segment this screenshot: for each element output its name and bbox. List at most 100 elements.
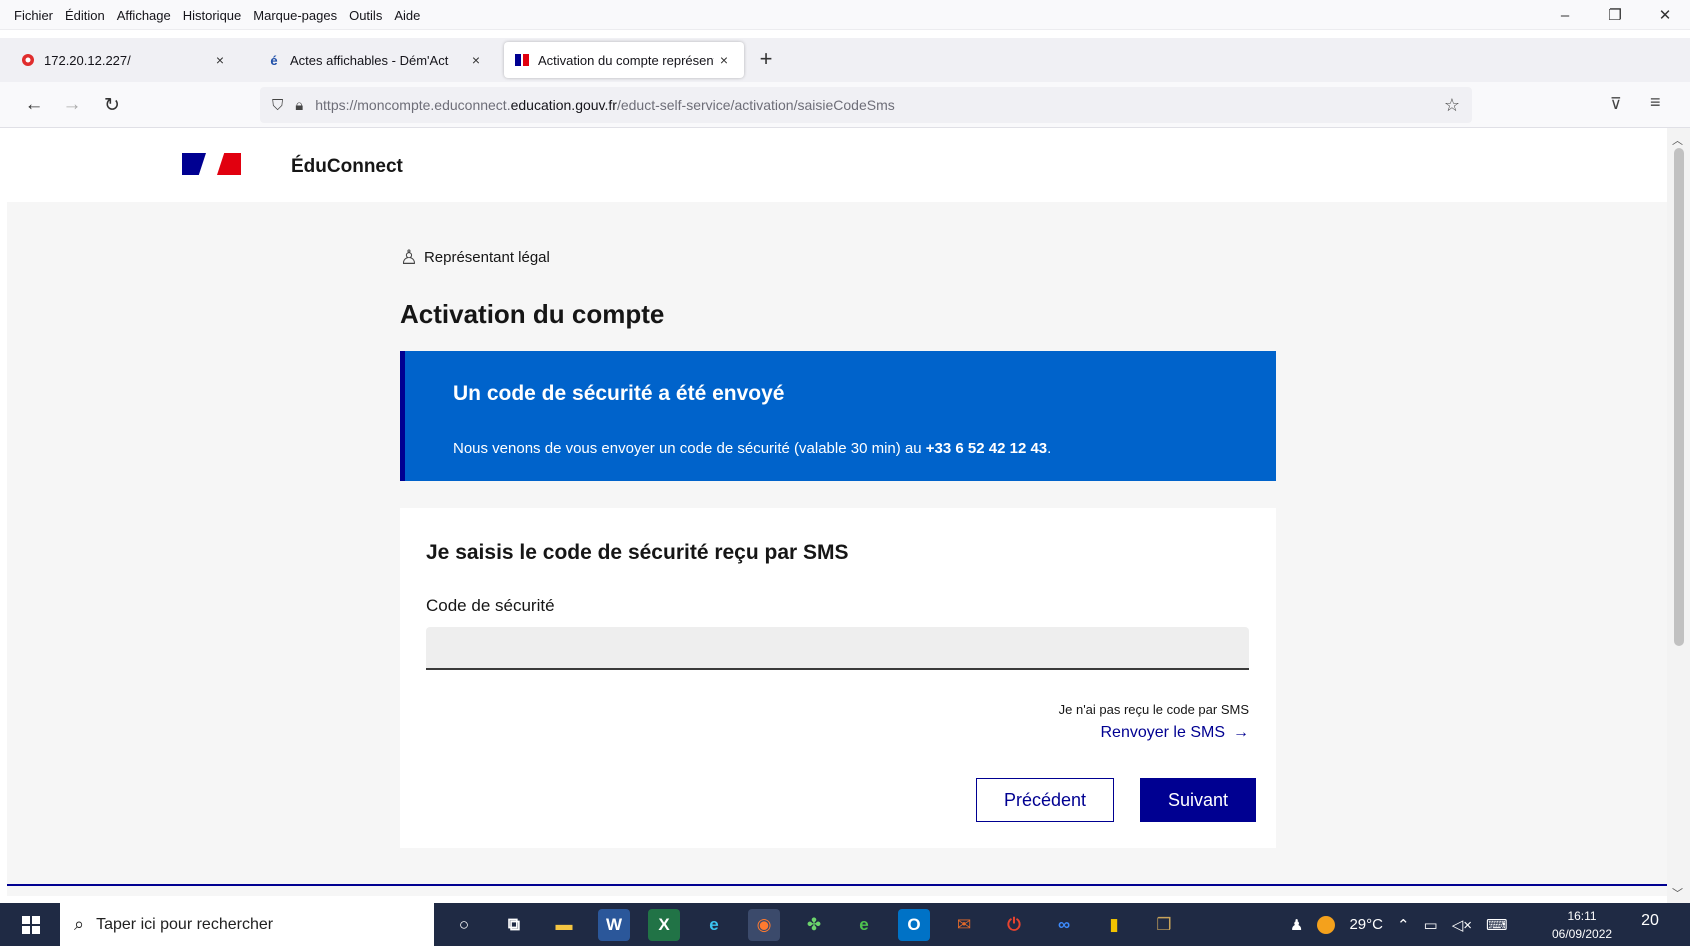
tab-title: 172.20.12.227/ [44, 52, 131, 68]
menu-aide[interactable]: Aide [394, 8, 420, 23]
role-text: Représentant légal [423, 249, 550, 266]
keyboard-icon[interactable]: ⌨ [1486, 916, 1508, 934]
cortana-icon[interactable]: ○ [448, 909, 480, 941]
clock[interactable]: 16:11 06/09/2022 [1552, 907, 1612, 943]
code-label: Code de sécurité [426, 596, 555, 615]
menu-bar: Fichier Édition Affichage Historique Mar… [0, 0, 1690, 30]
firefox-icon[interactable]: ◉ [748, 909, 780, 941]
network-icon[interactable]: ▭ [1424, 916, 1438, 934]
user-badge-icon: ♙ [400, 247, 418, 269]
not-received-text: Je n'ai pas reçu le code par SMS [1058, 702, 1249, 717]
lock-icon[interactable]: 🔒︎ [295, 97, 303, 114]
footer-divider [7, 884, 1667, 886]
chart-app-icon[interactable]: ▮ [1098, 909, 1130, 941]
forward-arrow-icon[interactable]: → [58, 92, 86, 118]
scroll-up-icon[interactable]: ︿ [1672, 132, 1683, 148]
url-prefix: https://moncompte.educonnect. [315, 97, 511, 113]
alert-message: Nous venons de vous envoyer un code de s… [453, 440, 1051, 457]
close-window-button[interactable]: ✕ [1640, 0, 1690, 30]
page-title: Activation du compte [400, 299, 665, 329]
nav-bar: ← → ↻ ⛉ 🔒︎ https://moncompte.educonnect.… [0, 82, 1690, 128]
shield-icon[interactable]: ⛉ [272, 97, 283, 114]
people-icon[interactable]: ♟ [1290, 916, 1303, 934]
scroll-down-icon[interactable]: ﹀ [1672, 885, 1683, 901]
menu-historique[interactable]: Historique [183, 8, 242, 23]
weather-temp[interactable]: 29°C [1349, 916, 1383, 933]
clock-date: 06/09/2022 [1552, 927, 1613, 941]
url-bar[interactable]: ⛉ 🔒︎ https://moncompte.educonnect.educat… [260, 87, 1472, 123]
tab-title: Activation du compte représent [538, 52, 714, 68]
chevron-up-icon[interactable]: ⌃ [1397, 916, 1410, 934]
site-header: ÉduConnect [7, 128, 1667, 202]
orange-app-icon[interactable]: ✉ [948, 909, 980, 941]
code-form-card: Je saisis le code de sécurité reçu par S… [400, 508, 1276, 848]
blue-app-icon[interactable]: ∞ [1048, 909, 1080, 941]
book-app-icon[interactable]: ❒ [1148, 909, 1180, 941]
scrollbar-thumb[interactable] [1674, 148, 1684, 646]
tab-actes[interactable]: é Actes affichables - Dém'Act × [256, 42, 496, 78]
clover-app-icon[interactable]: ✤ [798, 909, 830, 941]
info-alert: Un code de sécurité a été envoyé Nous ve… [400, 351, 1276, 481]
tab-title: Actes affichables - Dém'Act [290, 52, 449, 68]
security-code-input[interactable] [426, 627, 1249, 670]
windows-start-icon[interactable] [22, 916, 40, 934]
url-path: /educt-self-service/activation/saisieCod… [616, 97, 895, 113]
url-text: https://moncompte.educonnect.education.g… [315, 97, 895, 113]
excel-icon[interactable]: X [648, 909, 680, 941]
back-arrow-icon[interactable]: ← [20, 92, 48, 118]
next-button[interactable]: Suivant [1140, 778, 1256, 822]
marianne-logo[interactable] [182, 153, 241, 175]
red-app-icon [20, 52, 36, 68]
bookmark-star-icon[interactable]: ☆ [1444, 95, 1460, 116]
previous-button[interactable]: Précédent [976, 778, 1114, 822]
hamburger-menu-icon[interactable]: ≡ [1650, 92, 1661, 113]
green-app-icon[interactable]: e [848, 909, 880, 941]
clock-time: 16:11 [1567, 909, 1597, 923]
form-heading: Je saisis le code de sécurité reçu par S… [426, 541, 849, 564]
e-accent-icon: é [270, 52, 278, 68]
volume-mute-icon[interactable]: ◁× [1452, 916, 1472, 934]
menu-affichage[interactable]: Affichage [117, 8, 171, 23]
page-scrollbar[interactable]: ︿ ﹀ [1667, 128, 1690, 903]
menu-edition[interactable]: Édition [65, 8, 105, 23]
reload-icon[interactable]: ↻ [98, 92, 126, 118]
task-view-icon[interactable]: ⧉ [498, 909, 530, 941]
tab-activation[interactable]: Activation du compte représent × [504, 42, 744, 78]
minimize-button[interactable]: – [1540, 0, 1590, 30]
new-tab-button[interactable]: + [754, 48, 778, 72]
resend-label: Renvoyer le SMS [1100, 724, 1226, 741]
pocket-icon[interactable]: ⊽ [1610, 94, 1622, 114]
brand-name[interactable]: ÉduConnect [291, 156, 403, 178]
menu-marque-pages[interactable]: Marque-pages [253, 8, 337, 23]
marianne-flag-icon [514, 52, 530, 68]
search-placeholder: Taper ici pour rechercher [96, 915, 274, 933]
weather-sun-icon[interactable] [1317, 915, 1336, 934]
page-content: ÉduConnect ♙ Représentant légal Activati… [7, 128, 1667, 896]
url-domain: education.gouv.fr [510, 97, 617, 113]
alert-title: Un code de sécurité a été envoyé [453, 382, 785, 405]
tab-close-icon[interactable]: × [466, 52, 486, 68]
restore-button[interactable]: ❐ [1590, 0, 1640, 30]
menu-outils[interactable]: Outils [349, 8, 382, 23]
tab-close-icon[interactable]: × [210, 52, 230, 68]
arrow-right-icon: → [1233, 724, 1249, 741]
edge-icon[interactable]: e [698, 909, 730, 941]
resend-sms-link[interactable]: Renvoyer le SMS → [1101, 724, 1250, 742]
tab-ip[interactable]: 172.20.12.227/ × [10, 42, 240, 78]
role-label: ♙ Représentant légal [400, 245, 550, 270]
file-explorer-icon[interactable]: ▬ [548, 909, 580, 941]
alert-message-text: Nous venons de vous envoyer un code de s… [453, 440, 926, 457]
alert-message-end: . [1047, 440, 1052, 457]
taskbar-apps: ○ ⧉ ▬ W X e ◉ ✤ e O ✉ ⏻ ∞ ▮ ❒ [448, 909, 1180, 941]
windows-taskbar: ⌕ Taper ici pour rechercher ○ ⧉ ▬ W X e … [0, 903, 1690, 946]
power-app-icon[interactable]: ⏻ [998, 909, 1030, 941]
notification-icon[interactable]: 20 [1637, 912, 1663, 938]
word-icon[interactable]: W [598, 909, 630, 941]
taskbar-search[interactable]: ⌕ Taper ici pour rechercher [60, 903, 434, 946]
outlook-icon[interactable]: O [898, 909, 930, 941]
system-tray: ♟ 29°C ⌃ ▭ ◁× ⌨ [1290, 903, 1508, 946]
tab-strip: 172.20.12.227/ × é Actes affichables - D… [0, 38, 1690, 82]
menu-fichier[interactable]: Fichier [14, 8, 53, 23]
tab-close-icon[interactable]: × [714, 52, 734, 68]
search-icon: ⌕ [74, 914, 85, 934]
